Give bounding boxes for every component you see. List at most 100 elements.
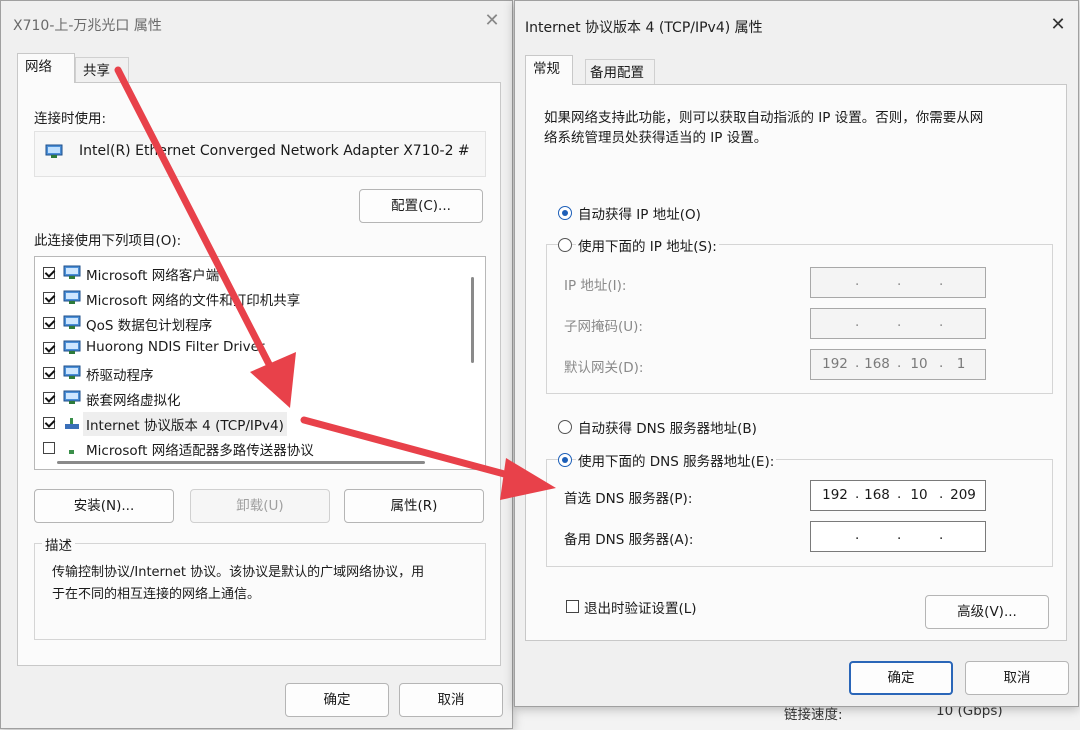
- uninstall-button-label: 卸载(U): [236, 498, 284, 514]
- alternate-dns-label: 备用 DNS 服务器(A):: [564, 532, 694, 548]
- ip-dot: .: [939, 273, 944, 289]
- manual-dns-label: 使用下面的 DNS 服务器地址(E):: [576, 450, 777, 470]
- list-item[interactable]: Microsoft 网络适配器多路传送器协议: [35, 436, 465, 461]
- adapter-properties-dialog: X710-上-万兆光口 属性 ✕ 网络 共享 连接时使用: Intel(R) E…: [0, 0, 513, 729]
- item-label: QoS 数据包计划程序: [86, 318, 213, 334]
- cancel-button[interactable]: 取消: [399, 683, 503, 717]
- item-label: 嵌套网络虚拟化: [86, 393, 181, 409]
- gateway-octet-1: 192: [822, 356, 848, 372]
- item-label: Huorong NDIS Filter Driver: [86, 339, 265, 355]
- default-gateway-label: 默认网关(D):: [564, 360, 644, 376]
- list-item[interactable]: Huorong NDIS Filter Driver: [35, 336, 465, 361]
- file-sharing-icon: [63, 290, 81, 304]
- adapter-field: Intel(R) Ethernet Converged Network Adap…: [34, 131, 486, 177]
- list-item[interactable]: QoS 数据包计划程序: [35, 311, 465, 336]
- dns-octet-2: 168: [864, 487, 890, 503]
- tab-alternate-config[interactable]: 备用配置: [585, 59, 655, 85]
- ip-dot: .: [855, 314, 860, 330]
- ip-dot: .: [939, 527, 944, 543]
- list-item[interactable]: Microsoft 网络客户端: [35, 261, 465, 286]
- qos-icon: [63, 315, 81, 329]
- item-label-text: Internet 协议版本 4 (TCP/IPv4): [86, 418, 284, 434]
- cancel-button[interactable]: 取消: [965, 661, 1069, 695]
- title-bar: Internet 协议版本 4 (TCP/IPv4) 属性 ✕: [515, 1, 1078, 45]
- install-button[interactable]: 安装(N)...: [34, 489, 174, 523]
- connect-using-label: 连接时使用:: [34, 111, 107, 127]
- advanced-button[interactable]: 高级(V)...: [925, 595, 1049, 629]
- properties-button-label: 属性(R): [390, 498, 438, 514]
- subnet-mask-field[interactable]: . . .: [810, 308, 986, 339]
- preferred-dns-field[interactable]: 192 . 168 . 10 . 209: [810, 480, 986, 511]
- virtualization-icon: [63, 390, 81, 404]
- ok-button-label: 确定: [323, 692, 351, 708]
- intro-line2: 络系统管理员处获得适当的 IP 设置。: [544, 130, 768, 146]
- dns-octet-3: 10: [910, 487, 928, 503]
- configure-button-label: 配置(C)...: [391, 198, 451, 214]
- validate-checkbox[interactable]: [566, 600, 579, 613]
- item-checkbox[interactable]: [43, 442, 55, 454]
- gateway-octet-3: 10: [910, 356, 928, 372]
- intro-line1: 如果网络支持此功能，则可以获取自动指派的 IP 设置。否则，你需要从网: [544, 110, 984, 126]
- gateway-octet-4: 1: [956, 356, 966, 372]
- properties-button[interactable]: 属性(R): [344, 489, 484, 523]
- item-checkbox[interactable]: [43, 392, 55, 404]
- item-label: Microsoft 网络客户端: [86, 268, 220, 284]
- tab-general[interactable]: 常规: [525, 55, 573, 85]
- protocol-icon: [65, 418, 79, 429]
- cancel-button-label: 取消: [437, 692, 465, 708]
- auto-ip-label: 自动获得 IP 地址(O): [578, 207, 701, 223]
- manual-ip-label: 使用下面的 IP 地址(S):: [576, 235, 719, 255]
- uninstall-button[interactable]: 卸载(U): [190, 489, 330, 523]
- item-label: 桥驱动程序: [86, 368, 154, 384]
- horizontal-scrollbar[interactable]: [57, 461, 425, 464]
- ip-dot: .: [939, 314, 944, 330]
- item-checkbox[interactable]: [43, 292, 55, 304]
- default-gateway-field[interactable]: 192 . 168 . 10 . 1: [810, 349, 986, 380]
- dns-octet-4: 209: [950, 487, 976, 503]
- list-item[interactable]: 桥驱动程序: [35, 361, 465, 386]
- list-item[interactable]: Microsoft 网络的文件和打印机共享: [35, 286, 465, 311]
- close-icon[interactable]: ✕: [484, 12, 500, 30]
- filter-driver-icon: [63, 340, 81, 354]
- item-checkbox[interactable]: [43, 367, 55, 379]
- install-button-label: 安装(N)...: [73, 498, 135, 514]
- alternate-dns-field[interactable]: . . .: [810, 521, 986, 552]
- list-item-selected[interactable]: Internet 协议版本 4 (TCP/IPv4): [35, 411, 465, 436]
- close-icon[interactable]: ✕: [1050, 16, 1066, 34]
- manual-ip-radio[interactable]: [558, 238, 572, 252]
- vertical-scrollbar[interactable]: [471, 277, 474, 363]
- gateway-octet-2: 168: [864, 356, 890, 372]
- auto-ip-radio[interactable]: [558, 206, 572, 220]
- ok-button-label: 确定: [887, 670, 915, 686]
- ip-address-field[interactable]: . . .: [810, 267, 986, 298]
- items-label: 此连接使用下列项目(O):: [34, 233, 182, 249]
- item-label: Microsoft 网络适配器多路传送器协议: [86, 443, 314, 459]
- tab-sharing[interactable]: 共享: [75, 57, 129, 83]
- description-label: 描述: [42, 534, 75, 554]
- manual-dns-radio[interactable]: [558, 453, 572, 467]
- item-checkbox[interactable]: [43, 417, 55, 429]
- ip-dot: .: [897, 527, 902, 543]
- auto-dns-radio[interactable]: [558, 420, 572, 434]
- subnet-mask-label: 子网掩码(U):: [564, 319, 643, 335]
- tab-general-label: 常规: [533, 61, 560, 77]
- items-list[interactable]: Microsoft 网络客户端 Microsoft 网络的文件和打印机共享 Qo…: [34, 256, 486, 470]
- validate-label: 退出时验证设置(L): [584, 601, 697, 617]
- dns-octet-1: 192: [822, 487, 848, 503]
- network-tab-panel: 连接时使用: Intel(R) Ethernet Converged Netwo…: [17, 82, 501, 666]
- tab-network[interactable]: 网络: [17, 53, 75, 83]
- dialog-title: Internet 协议版本 4 (TCP/IPv4) 属性: [525, 20, 763, 36]
- tab-sharing-label: 共享: [83, 63, 110, 79]
- description-text-line1: 传输控制协议/Internet 协议。该协议是默认的广域网络协议，用: [52, 565, 425, 580]
- item-checkbox[interactable]: [43, 267, 55, 279]
- ok-button[interactable]: 确定: [285, 683, 389, 717]
- ok-button[interactable]: 确定: [849, 661, 953, 695]
- configure-button[interactable]: 配置(C)...: [359, 189, 483, 223]
- item-checkbox[interactable]: [43, 342, 55, 354]
- list-item[interactable]: 嵌套网络虚拟化: [35, 386, 465, 411]
- item-checkbox[interactable]: [43, 317, 55, 329]
- advanced-button-label: 高级(V)...: [957, 604, 1017, 620]
- adapter-name: Intel(R) Ethernet Converged Network Adap…: [79, 143, 470, 159]
- ip-address-label: IP 地址(I):: [564, 278, 627, 294]
- item-label: Internet 协议版本 4 (TCP/IPv4): [83, 412, 287, 436]
